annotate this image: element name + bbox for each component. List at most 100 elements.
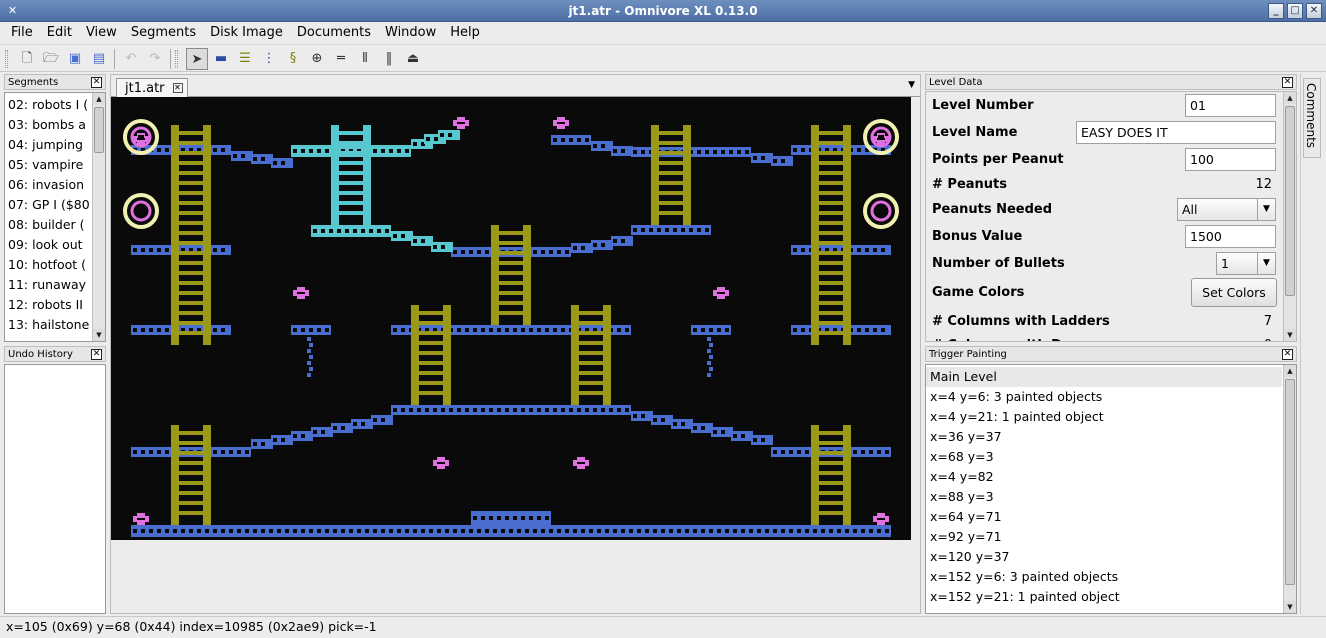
chevron-up-icon[interactable]: ▲: [1284, 92, 1296, 104]
save-icon[interactable]: ▣: [64, 48, 86, 70]
list-item[interactable]: Main Level: [926, 367, 1282, 387]
list-item[interactable]: 02: robots I (: [5, 95, 93, 115]
ladder-rung: [811, 161, 851, 165]
redo-icon[interactable]: ↷: [144, 48, 166, 70]
toolbar-grip[interactable]: [5, 50, 8, 68]
list-item[interactable]: 03: bombs a: [5, 115, 93, 135]
menu-edit[interactable]: Edit: [40, 22, 79, 44]
chevron-down-icon[interactable]: ▼: [93, 329, 105, 341]
close-icon[interactable]: ✕: [1282, 349, 1293, 360]
maximize-button[interactable]: □: [1287, 3, 1303, 19]
segments-list[interactable]: 02: robots I (03: bombs a 04: jumping 05: …: [4, 92, 106, 342]
list-item[interactable]: x=88 y=3: [926, 487, 1282, 507]
list-item[interactable]: 08: builder (: [5, 215, 93, 235]
menu-window[interactable]: Window: [378, 22, 443, 44]
number-of-bullets-select[interactable]: 1 ▼: [1216, 252, 1276, 275]
list-item[interactable]: x=120 y=37: [926, 547, 1282, 567]
list-item[interactable]: 05: vampire: [5, 155, 93, 175]
close-icon[interactable]: ✕: [172, 83, 183, 93]
ladder-rung: [811, 251, 851, 255]
list-item[interactable]: x=36 y=37: [926, 427, 1282, 447]
up-rope-icon[interactable]: ⋮: [258, 48, 280, 70]
chevron-down-icon[interactable]: ▼: [908, 80, 915, 90]
close-window-button[interactable]: ✕: [1306, 3, 1322, 19]
chevron-down-icon[interactable]: ▼: [1257, 253, 1275, 274]
select-arrow-icon[interactable]: ➤: [186, 48, 208, 70]
menu-segments[interactable]: Segments: [124, 22, 203, 44]
eraser-icon[interactable]: ═: [330, 48, 352, 70]
bonus-value-input[interactable]: 1500: [1185, 225, 1276, 248]
level-name-input[interactable]: EASY DOES IT: [1076, 121, 1276, 144]
chevron-down-icon[interactable]: ▼: [1284, 329, 1296, 341]
list-item[interactable]: 13: hailstone: [5, 315, 93, 335]
tab-jt1-atr[interactable]: jt1.atr ✕: [116, 78, 188, 98]
list-item[interactable]: x=4 y=82: [926, 467, 1282, 487]
close-icon[interactable]: ✕: [91, 77, 102, 88]
close-icon[interactable]: ✕: [91, 349, 102, 360]
menu-disk-image[interactable]: Disk Image: [203, 22, 290, 44]
peanut-icon[interactable]: ⊕: [306, 48, 328, 70]
level-canvas[interactable]: [111, 97, 911, 540]
segments-scrollbar[interactable]: ▲ ▼: [92, 93, 105, 341]
menu-help[interactable]: Help: [443, 22, 487, 44]
list-item[interactable]: 10: hotfoot (: [5, 255, 93, 275]
girder-rivet: [445, 529, 449, 533]
joystick-start-icon[interactable]: ⏏: [402, 48, 424, 70]
save-as-icon[interactable]: ▤: [88, 48, 110, 70]
list-item[interactable]: x=68 y=3: [926, 447, 1282, 467]
level-data-scrollbar[interactable]: ▲ ▼: [1283, 92, 1296, 341]
peanut-part: [297, 287, 305, 290]
tab-comments[interactable]: Comments: [1303, 78, 1321, 158]
girder-rivet: [521, 408, 525, 412]
open-folder-icon[interactable]: 🗁: [40, 48, 62, 70]
list-item[interactable]: 04: jumping: [5, 135, 93, 155]
trigger-painting-list[interactable]: Main Level x=4 y=6: 3 painted objects x=4 …: [925, 364, 1297, 614]
toolbar-grip[interactable]: [175, 50, 178, 68]
new-document-icon[interactable]: 🗋: [16, 48, 38, 70]
scrollbar-thumb[interactable]: [94, 107, 104, 153]
close-icon[interactable]: ✕: [1282, 77, 1293, 88]
list-item[interactable]: x=4 y=21: 1 painted object: [926, 407, 1282, 427]
list-item[interactable]: x=4 y=6: 3 painted objects: [926, 387, 1282, 407]
column-divider-icon[interactable]: ‖: [378, 48, 400, 70]
trigger-painting-scrollbar[interactable]: ▲ ▼: [1283, 365, 1296, 613]
ladder-icon[interactable]: ☰: [234, 48, 256, 70]
ladder-rung: [171, 231, 211, 235]
girder-rivet: [561, 328, 565, 332]
scrollbar-thumb[interactable]: [1285, 106, 1295, 296]
points-per-peanut-input[interactable]: 100: [1185, 148, 1276, 171]
list-item[interactable]: 12: robots II: [5, 295, 93, 315]
down-rope-icon[interactable]: §: [282, 48, 304, 70]
level-number-input[interactable]: 01: [1185, 94, 1276, 117]
ladder-rung: [411, 351, 451, 355]
menu-view[interactable]: View: [79, 22, 124, 44]
minimize-button[interactable]: _: [1268, 3, 1284, 19]
chevron-down-icon[interactable]: ▼: [1284, 601, 1296, 613]
chevron-up-icon[interactable]: ▲: [93, 93, 105, 105]
list-item[interactable]: x=64 y=71: [926, 507, 1282, 527]
undo-icon[interactable]: ↶: [120, 48, 142, 70]
girder-icon[interactable]: ▬: [210, 48, 232, 70]
list-item[interactable]: 09: look out: [5, 235, 93, 255]
x-logo-icon[interactable]: ✕: [5, 3, 20, 18]
girder-rivet: [837, 529, 841, 533]
list-item[interactable]: x=152 y=21: 1 painted object: [926, 587, 1282, 607]
set-colors-button[interactable]: Set Colors: [1191, 278, 1277, 307]
chevron-down-icon[interactable]: ▼: [1257, 199, 1275, 220]
list-item[interactable]: x=152 y=6: 3 painted objects: [926, 567, 1282, 587]
menu-file[interactable]: File: [4, 22, 40, 44]
scrollbar-thumb[interactable]: [1285, 379, 1295, 585]
chevron-up-icon[interactable]: ▲: [1284, 365, 1296, 377]
list-item[interactable]: x=92 y=71: [926, 527, 1282, 547]
girder-rivet: [325, 328, 329, 332]
list-item[interactable]: 11: runaway: [5, 275, 93, 295]
girder-rivet: [321, 430, 325, 434]
undo-history-list[interactable]: [4, 364, 106, 614]
column-icon[interactable]: ⫴: [354, 48, 376, 70]
menu-documents[interactable]: Documents: [290, 22, 378, 44]
peanuts-needed-select[interactable]: All ▼: [1177, 198, 1276, 221]
peanut-part: [457, 126, 465, 129]
list-item[interactable]: 07: GP I ($80: [5, 195, 93, 215]
list-item[interactable]: 06: invasion: [5, 175, 93, 195]
girder-rivet: [425, 408, 429, 412]
